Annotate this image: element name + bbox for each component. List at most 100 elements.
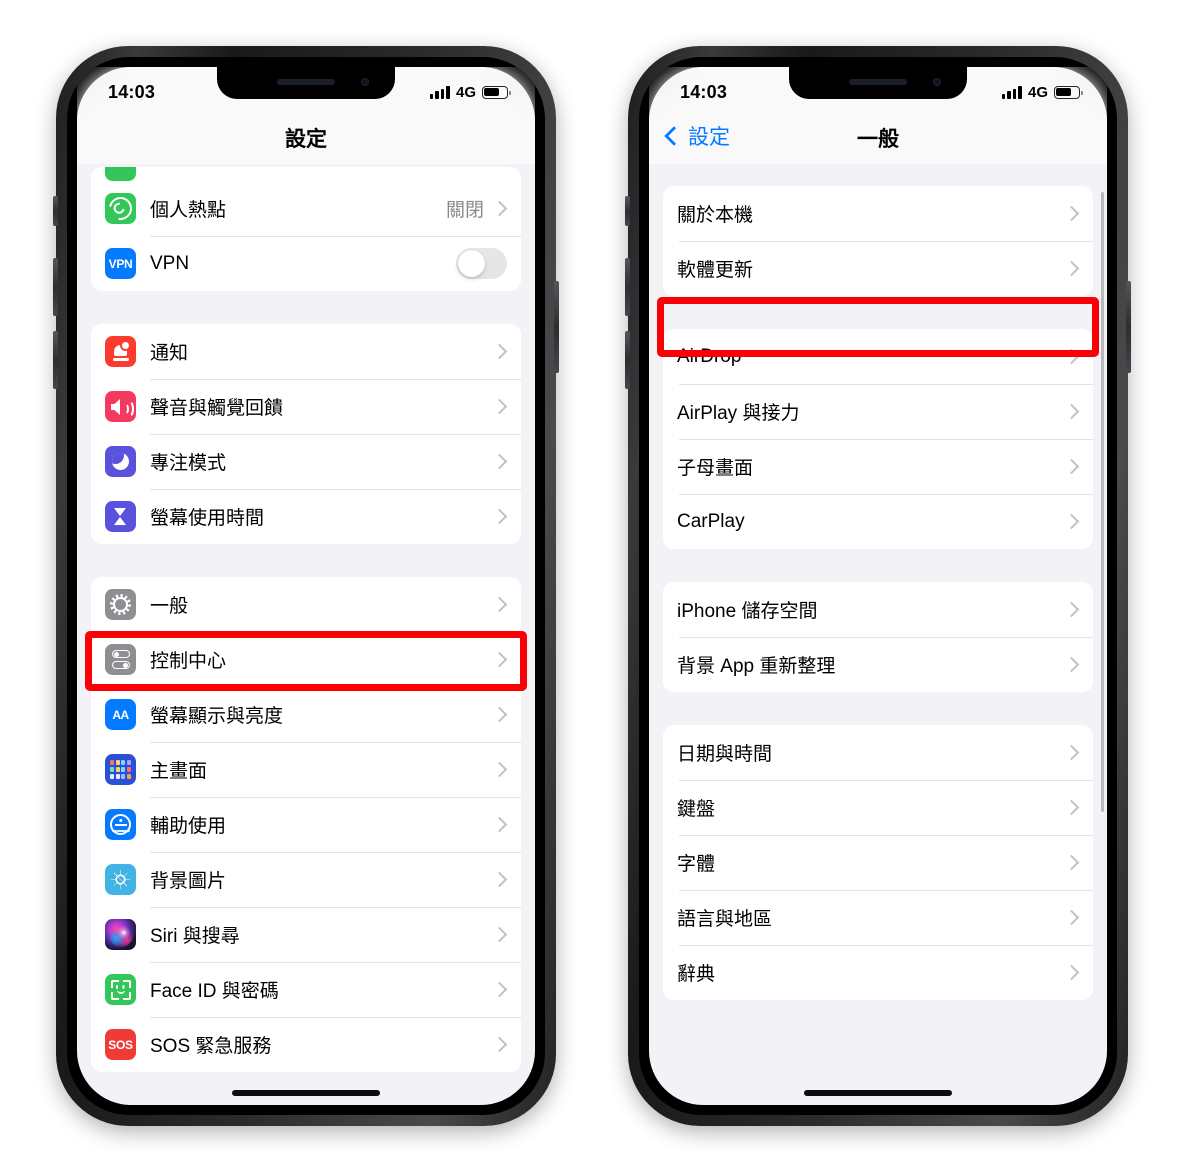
- row-label: 螢幕顯示與亮度: [150, 706, 284, 727]
- chevron-right-icon: [491, 761, 508, 778]
- row-label: 鍵盤: [677, 799, 716, 820]
- control-center-icon: [105, 644, 136, 675]
- row-label: 軟體更新: [677, 260, 754, 281]
- siri-orb-icon: [105, 919, 136, 950]
- notch: [217, 67, 395, 99]
- settings-row-home-screen[interactable]: 主畫面: [91, 742, 521, 797]
- settings-row-vpn[interactable]: VPN VPN: [91, 236, 521, 291]
- sounds-haptics-icon: [105, 391, 136, 422]
- settings-row-wallpaper[interactable]: 背景圖片: [91, 852, 521, 907]
- home-screen-grid-icon: [105, 754, 136, 785]
- general-row-airplay-handoff[interactable]: AirPlay 與接力: [663, 384, 1093, 439]
- row-label: 控制中心: [150, 651, 227, 672]
- general-row-dictionary[interactable]: 辭典: [663, 945, 1093, 1000]
- volume-up-button[interactable]: [625, 258, 630, 316]
- partially-visible-row[interactable]: [91, 167, 521, 181]
- row-label: SOS 緊急服務: [150, 1036, 272, 1057]
- row-label: 日期與時間: [677, 744, 773, 765]
- row-label: 子母畫面: [677, 458, 754, 479]
- device-bezel: 關於本機 軟體更新 AirDrop AirPlay 與接力 子母畫面 CarPl…: [639, 57, 1117, 1115]
- row-label: 螢幕使用時間: [150, 508, 265, 529]
- emergency-sos-icon: SOS: [105, 1029, 136, 1060]
- screenshot-canvas: 個人熱點 關閉 VPN VPN 通知 聲音與觸覺回饋 專注模式 螢幕使用時間 一…: [0, 0, 1200, 1172]
- volume-down-button[interactable]: [53, 331, 58, 389]
- settings-group-system: 一般 控制中心 AA 螢幕顯示與亮度 主畫面 輔助使用 背景圖片 Siri 與搜…: [91, 577, 521, 1072]
- settings-row-personal-hotspot[interactable]: 個人熱點 關閉: [91, 181, 521, 236]
- volume-down-button[interactable]: [625, 331, 630, 389]
- row-label: 輔助使用: [150, 816, 227, 837]
- settings-row-emergency-sos[interactable]: SOS SOS 緊急服務: [91, 1017, 521, 1072]
- vpn-toggle[interactable]: [456, 248, 507, 279]
- general-row-background-app-refresh[interactable]: 背景 App 重新整理: [663, 637, 1093, 692]
- general-row-language-region[interactable]: 語言與地區: [663, 890, 1093, 945]
- volume-up-button[interactable]: [53, 258, 58, 316]
- status-time: 14:03: [680, 81, 728, 102]
- row-label: 個人熱點: [150, 200, 227, 221]
- chevron-right-icon: [1063, 458, 1080, 475]
- general-row-about[interactable]: 關於本機: [663, 186, 1093, 241]
- general-row-fonts[interactable]: 字體: [663, 835, 1093, 890]
- device-bezel: 個人熱點 關閉 VPN VPN 通知 聲音與觸覺回饋 專注模式 螢幕使用時間 一…: [67, 57, 545, 1115]
- chevron-right-icon: [1063, 799, 1080, 816]
- chevron-right-icon: [1063, 403, 1080, 420]
- settings-row-accessibility[interactable]: 輔助使用: [91, 797, 521, 852]
- vertical-scrollbar[interactable]: [1101, 192, 1104, 812]
- row-label: 一般: [150, 596, 189, 617]
- settings-scroll-content[interactable]: 個人熱點 關閉 VPN VPN 通知 聲音與觸覺回饋 專注模式 螢幕使用時間 一…: [77, 67, 535, 1105]
- settings-row-notifications[interactable]: 通知: [91, 324, 521, 379]
- notifications-bell-icon: [105, 336, 136, 367]
- personal-hotspot-icon: [105, 193, 136, 224]
- row-label: 通知: [150, 343, 189, 364]
- silent-switch[interactable]: [625, 196, 630, 226]
- general-row-keyboard[interactable]: 鍵盤: [663, 780, 1093, 835]
- accessibility-icon: [105, 809, 136, 840]
- settings-row-general[interactable]: 一般: [91, 577, 521, 632]
- vpn-icon: VPN: [105, 248, 136, 279]
- silent-switch[interactable]: [53, 196, 58, 226]
- earpiece-speaker-icon: [849, 79, 907, 85]
- row-label: Face ID 與密碼: [150, 981, 279, 1002]
- row-label: 語言與地區: [677, 909, 773, 930]
- row-label: 背景圖片: [150, 871, 227, 892]
- front-camera-icon: [361, 78, 369, 86]
- chevron-right-icon: [491, 398, 508, 415]
- earpiece-speaker-icon: [277, 79, 335, 85]
- general-row-airdrop[interactable]: AirDrop: [663, 329, 1093, 384]
- general-row-software-update[interactable]: 軟體更新: [663, 241, 1093, 296]
- row-label: 主畫面: [150, 761, 208, 782]
- row-label: AirDrop: [677, 345, 742, 367]
- row-label: 專注模式: [150, 453, 227, 474]
- row-label: 辭典: [677, 964, 716, 985]
- general-row-picture-in-picture[interactable]: 子母畫面: [663, 439, 1093, 494]
- focus-moon-icon: [105, 446, 136, 477]
- home-indicator[interactable]: [804, 1090, 952, 1096]
- settings-row-control-center[interactable]: 控制中心: [91, 632, 521, 687]
- general-row-carplay[interactable]: CarPlay: [663, 494, 1093, 549]
- home-indicator[interactable]: [232, 1090, 380, 1096]
- general-row-date-time[interactable]: 日期與時間: [663, 725, 1093, 780]
- chevron-right-icon: [491, 706, 508, 723]
- power-button[interactable]: [1126, 281, 1131, 373]
- row-label: CarPlay: [677, 510, 745, 532]
- general-scroll-content[interactable]: 關於本機 軟體更新 AirDrop AirPlay 與接力 子母畫面 CarPl…: [649, 67, 1107, 1105]
- settings-row-screen-time[interactable]: 螢幕使用時間: [91, 489, 521, 544]
- settings-group-alerts: 通知 聲音與觸覺回饋 專注模式 螢幕使用時間: [91, 324, 521, 544]
- general-group-locale: 日期與時間 鍵盤 字體 語言與地區 辭典: [663, 725, 1093, 1000]
- general-group-sharing: AirDrop AirPlay 與接力 子母畫面 CarPlay: [663, 329, 1093, 549]
- network-type-label: 4G: [455, 83, 476, 101]
- general-group-storage: iPhone 儲存空間 背景 App 重新整理: [663, 582, 1093, 692]
- chevron-right-icon: [1063, 909, 1080, 926]
- page-title: 一般: [857, 128, 899, 151]
- battery-icon: [1054, 85, 1083, 99]
- general-row-iphone-storage[interactable]: iPhone 儲存空間: [663, 582, 1093, 637]
- settings-row-display-brightness[interactable]: AA 螢幕顯示與亮度: [91, 687, 521, 742]
- settings-row-sounds-haptics[interactable]: 聲音與觸覺回饋: [91, 379, 521, 434]
- power-button[interactable]: [554, 281, 559, 373]
- row-label: VPN: [150, 252, 190, 274]
- device-screen-general: 關於本機 軟體更新 AirDrop AirPlay 與接力 子母畫面 CarPl…: [649, 67, 1107, 1105]
- settings-row-siri-search[interactable]: Siri 與搜尋: [91, 907, 521, 962]
- settings-row-face-id[interactable]: Face ID 與密碼: [91, 962, 521, 1017]
- network-type-label: 4G: [1027, 83, 1048, 101]
- settings-row-focus[interactable]: 專注模式: [91, 434, 521, 489]
- chevron-right-icon: [491, 200, 508, 217]
